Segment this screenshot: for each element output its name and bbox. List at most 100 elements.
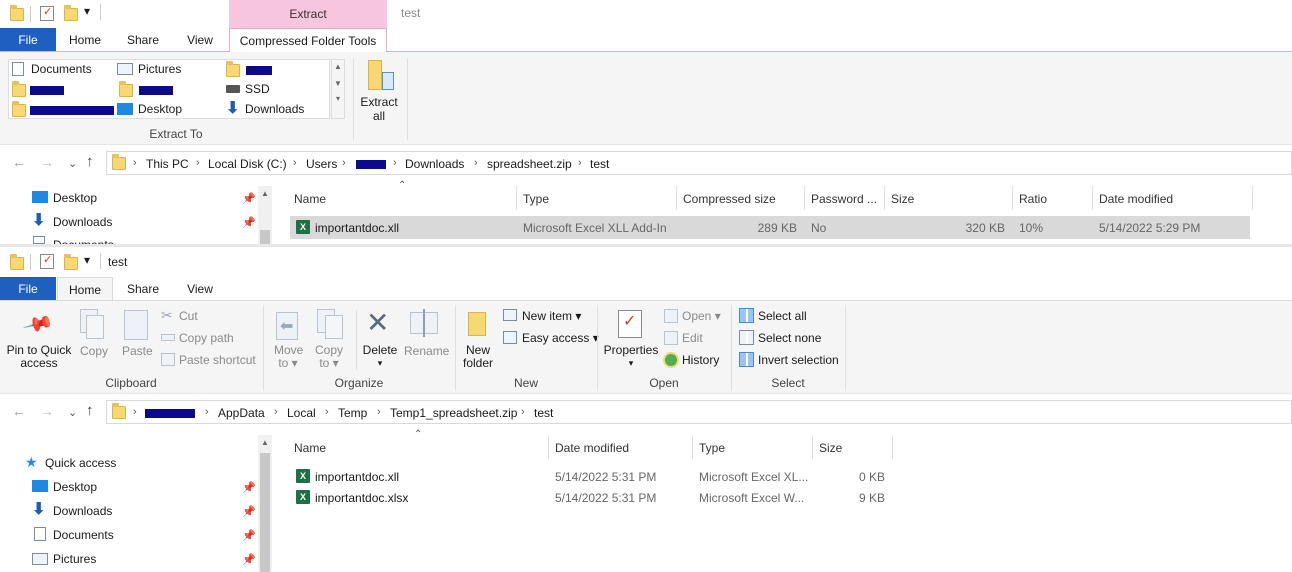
nav-scrollbar[interactable]: ▲	[258, 435, 272, 572]
breadcrumb-temp[interactable]: Temp	[338, 406, 367, 420]
cut-button[interactable]: Cut	[179, 309, 198, 323]
column-date-modified[interactable]: Date modified	[1099, 192, 1173, 206]
move-to-line2: to ▾	[278, 356, 298, 370]
tab-file[interactable]: File	[0, 28, 56, 52]
forward-button[interactable]: →	[40, 403, 54, 419]
delete-icon: ✕	[366, 307, 390, 338]
extract-to-documents[interactable]: Documents	[31, 62, 92, 76]
pin-to-quick-access-button[interactable]: Pin to Quick access	[4, 344, 74, 370]
breadcrumb-temp1-spreadsheet-zip[interactable]: Temp1_spreadsheet.zip	[390, 406, 517, 420]
row-date-modified: 5/14/2022 5:29 PM	[1099, 221, 1201, 235]
select-none-button[interactable]: Select none	[758, 331, 821, 345]
invert-selection-button[interactable]: Invert selection	[758, 353, 839, 367]
extract-to-ssd[interactable]: SSD	[245, 82, 270, 96]
open-button[interactable]: Open ▾	[682, 309, 721, 323]
recent-locations-button[interactable]: ⌄	[68, 406, 77, 419]
tab-file[interactable]: File	[0, 277, 56, 301]
extract-to-downloads[interactable]: Downloads	[245, 102, 304, 116]
back-button[interactable]: ←	[12, 154, 26, 170]
column-name[interactable]: Name	[294, 192, 326, 206]
new-folder-icon	[468, 312, 486, 336]
nav-scrollbar[interactable]: ▲	[258, 186, 272, 244]
easy-access-button[interactable]: Easy access ▾	[522, 331, 599, 345]
new-item-button[interactable]: New item ▾	[522, 309, 581, 323]
recent-locations-button[interactable]: ⌄	[68, 157, 77, 170]
column-name[interactable]: Name	[294, 441, 326, 455]
extract-all-button[interactable]: Extract all	[357, 95, 401, 123]
column-type[interactable]: Type	[699, 441, 725, 455]
up-button[interactable]: ↑	[86, 153, 94, 170]
nav-quick-access[interactable]: Quick access	[45, 456, 116, 470]
breadcrumb-local[interactable]: Local	[287, 406, 316, 420]
excel-file-icon: X	[296, 469, 310, 483]
window-title: test	[108, 255, 128, 269]
column-password[interactable]: Password ...	[811, 192, 877, 206]
table-row[interactable]: X importantdoc.xlsx 5/14/2022 5:31 PM Mi…	[290, 487, 890, 508]
new-folder-qat-icon[interactable]	[64, 5, 78, 21]
breadcrumb-appdata[interactable]: AppData	[218, 406, 265, 420]
tab-home[interactable]: Home	[57, 277, 113, 301]
nav-downloads[interactable]: Downloads	[53, 504, 112, 518]
breadcrumb-this-pc[interactable]: This PC	[146, 157, 189, 171]
breadcrumb-downloads[interactable]: Downloads	[405, 157, 464, 171]
column-size[interactable]: Size	[819, 441, 842, 455]
folder-icon	[10, 5, 24, 21]
copy-button[interactable]: Copy	[80, 344, 108, 358]
breadcrumb-test[interactable]: test	[534, 406, 553, 420]
nav-downloads[interactable]: Downloads	[53, 215, 112, 229]
move-to-button[interactable]: Move to ▾	[274, 344, 303, 370]
nav-pictures[interactable]: Pictures	[53, 552, 96, 566]
tab-share[interactable]: Share	[114, 28, 172, 52]
nav-documents[interactable]: Documents	[53, 528, 114, 542]
rename-button[interactable]: Rename	[404, 344, 449, 358]
history-button[interactable]: History	[682, 353, 719, 367]
paste-shortcut-button[interactable]: Paste shortcut	[179, 353, 256, 367]
tab-view[interactable]: View	[174, 277, 226, 301]
breadcrumb-users[interactable]: Users	[306, 157, 337, 171]
new-folder-qat-icon[interactable]	[64, 254, 78, 270]
column-ratio[interactable]: Ratio	[1019, 192, 1047, 206]
pictures-icon	[117, 63, 133, 75]
copy-to-button[interactable]: Copy to ▾	[315, 344, 343, 370]
extract-to-pictures[interactable]: Pictures	[138, 62, 181, 76]
delete-arrow: ▾	[377, 358, 383, 368]
breadcrumb-local-disk[interactable]: Local Disk (C:)	[208, 157, 287, 171]
copy-path-icon	[161, 334, 175, 341]
forward-button[interactable]: →	[40, 154, 54, 170]
extract-all-line1: Extract	[360, 95, 398, 109]
properties-arrow: ▾	[628, 358, 634, 368]
nav-desktop[interactable]: Desktop	[53, 480, 97, 494]
properties-qat-icon[interactable]: ✓	[40, 254, 54, 269]
paste-button[interactable]: Paste	[122, 344, 153, 358]
column-size[interactable]: Size	[891, 192, 914, 206]
breadcrumb-test[interactable]: test	[590, 157, 609, 171]
select-all-button[interactable]: Select all	[758, 309, 807, 323]
qat-dropdown[interactable]: ▾	[84, 4, 90, 18]
delete-button[interactable]: Delete ▾	[362, 344, 398, 370]
column-compressed-size[interactable]: Compressed size	[683, 192, 776, 206]
breadcrumb-spreadsheet-zip[interactable]: spreadsheet.zip	[487, 157, 572, 171]
column-type[interactable]: Type	[523, 192, 549, 206]
column-date-modified[interactable]: Date modified	[555, 441, 629, 455]
tab-share[interactable]: Share	[114, 277, 172, 301]
extract-to-desktop[interactable]: Desktop	[138, 102, 182, 116]
table-row[interactable]: X importantdoc.xll 5/14/2022 5:31 PM Mic…	[290, 466, 890, 487]
properties-button[interactable]: Properties ▾	[603, 344, 659, 370]
properties-qat-icon[interactable]: ✓	[40, 6, 54, 21]
folder-icon	[112, 403, 126, 419]
qat-dropdown[interactable]: ▾	[84, 253, 90, 267]
copy-path-button[interactable]: Copy path	[179, 331, 234, 345]
gallery-scroll[interactable]: ▲ ▼ ▾	[331, 59, 345, 119]
up-button[interactable]: ↑	[86, 402, 94, 419]
new-folder-button[interactable]: New folder	[460, 344, 496, 370]
desktop-icon	[32, 480, 48, 492]
address-bar[interactable]	[106, 400, 1292, 424]
edit-button[interactable]: Edit	[682, 331, 703, 345]
nav-desktop[interactable]: Desktop	[53, 191, 97, 205]
select-group-label: Select	[771, 376, 805, 390]
back-button[interactable]: ←	[12, 403, 26, 419]
tab-home[interactable]: Home	[58, 28, 112, 52]
tab-view[interactable]: View	[174, 28, 226, 52]
tab-compressed-folder-tools[interactable]: Compressed Folder Tools	[229, 28, 387, 52]
pin-icon: 📌	[242, 554, 256, 566]
